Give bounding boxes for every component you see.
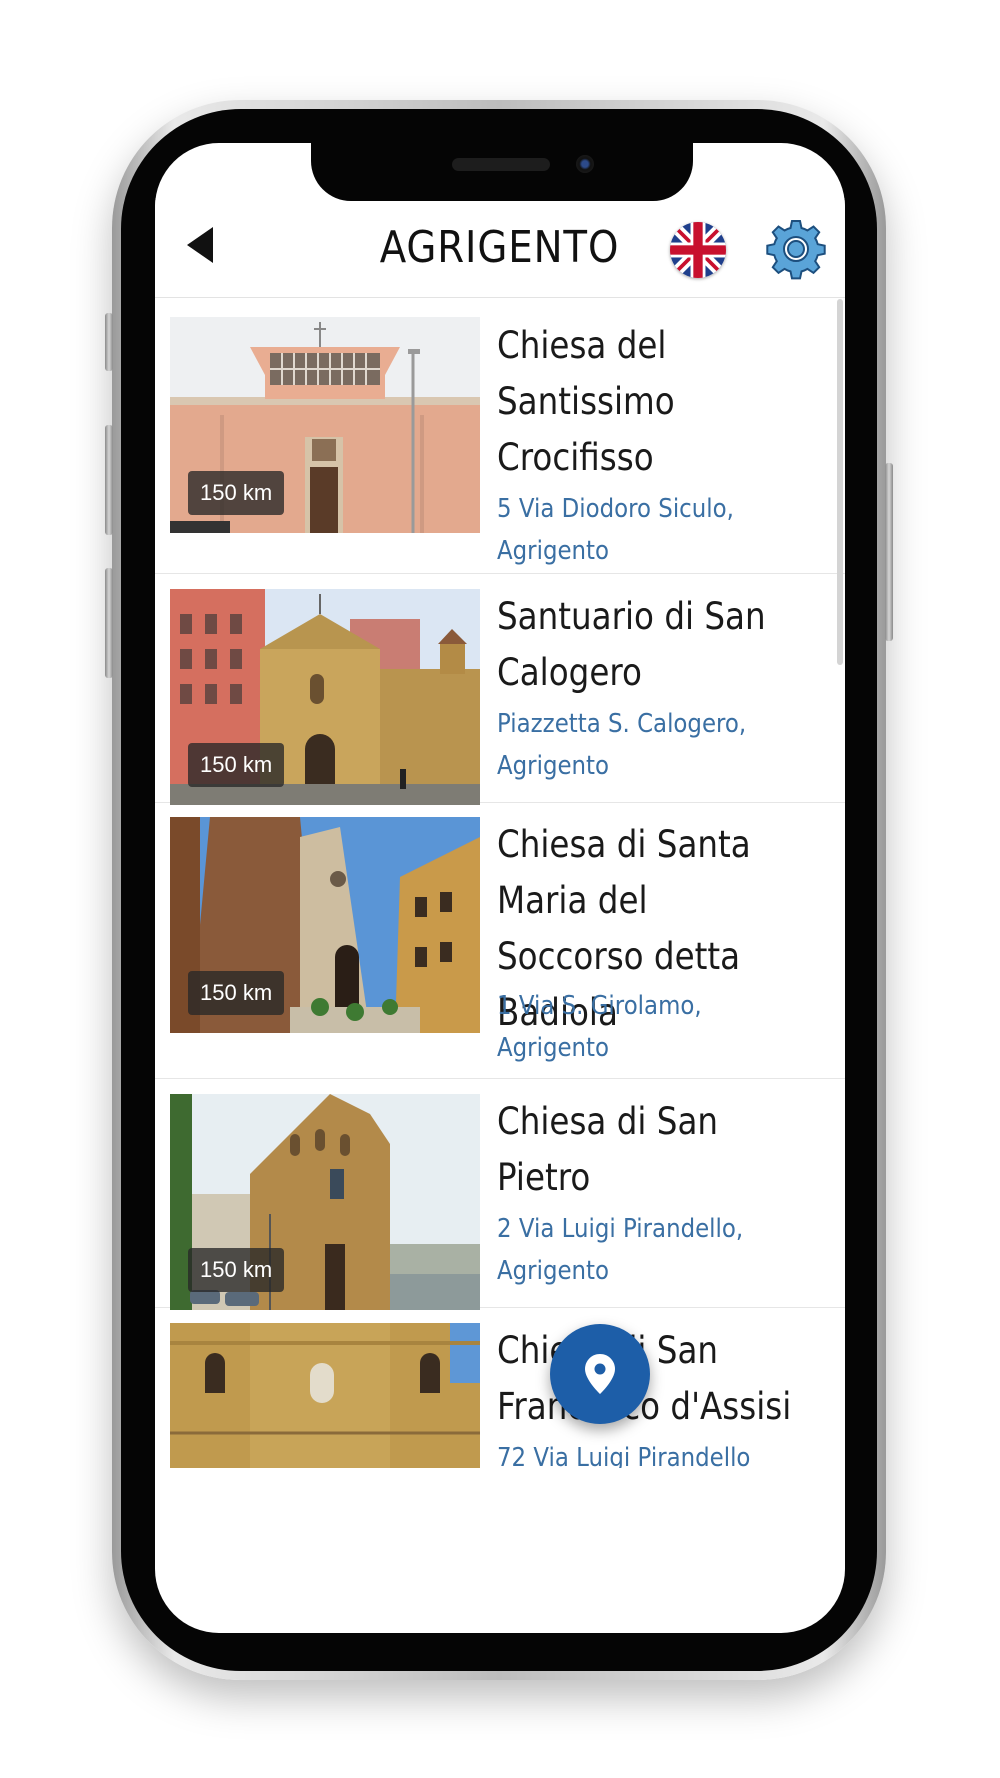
place-thumbnail: 150 km bbox=[170, 817, 480, 1033]
place-thumbnail: 150 km bbox=[170, 589, 480, 805]
app-header: AGRIGENTO bbox=[155, 198, 845, 298]
map-button[interactable] bbox=[550, 1324, 650, 1424]
distance-badge: 150 km bbox=[188, 971, 285, 1015]
phone-camera bbox=[576, 155, 594, 173]
list-item[interactable]: 150 km Chiesa di Santa Maria del Soccors… bbox=[155, 803, 845, 1079]
place-address[interactable]: Piazzetta S. Calogero, Agrigento bbox=[497, 703, 787, 787]
page-title: AGRIGENTO bbox=[379, 222, 620, 273]
uk-flag-icon bbox=[670, 222, 726, 278]
place-thumbnail: 150 km bbox=[170, 317, 480, 533]
app-screen: AGRIGENTO 150 km Chiesa del Santissimo C… bbox=[155, 143, 845, 1633]
back-arrow-icon bbox=[187, 227, 213, 263]
phone-volume-down bbox=[105, 568, 113, 678]
back-button[interactable] bbox=[180, 222, 220, 268]
church-photo bbox=[170, 1323, 480, 1468]
phone-silent-switch bbox=[105, 313, 113, 371]
place-address[interactable]: 5 Via Diodoro Siculo, Agrigento bbox=[497, 488, 787, 572]
distance-badge: 150 km bbox=[188, 743, 285, 787]
settings-button[interactable] bbox=[765, 218, 827, 280]
place-title: Chiesa del Santissimo Crocifisso bbox=[497, 324, 675, 479]
phone-notch bbox=[311, 143, 693, 201]
phone-speaker bbox=[452, 158, 550, 171]
list-item[interactable]: 150 km Chiesa di San Pietro 2 Via Luigi … bbox=[155, 1079, 845, 1310]
list-item[interactable]: 150 km Santuario di San Calogero Piazzet… bbox=[155, 574, 845, 805]
place-title: Chiesa di San Pietro bbox=[497, 1100, 719, 1199]
distance-badge: 150 km bbox=[188, 471, 285, 515]
list-item[interactable]: Chiesa di San Francesco d'Assisi 72 Via … bbox=[155, 1308, 845, 1468]
place-thumbnail bbox=[170, 1323, 480, 1468]
place-address[interactable]: 1 Via S. Girolamo, Agrigento bbox=[497, 985, 787, 1069]
map-pin-icon bbox=[585, 1354, 615, 1394]
place-address[interactable]: 2 Via Luigi Pirandello, Agrigento bbox=[497, 1208, 787, 1292]
phone-volume-up bbox=[105, 425, 113, 535]
place-thumbnail: 150 km bbox=[170, 1094, 480, 1310]
language-button[interactable] bbox=[670, 222, 726, 278]
gear-icon bbox=[766, 220, 826, 280]
list-item[interactable]: 150 km Chiesa del Santissimo Crocifisso … bbox=[155, 298, 845, 574]
places-list[interactable]: 150 km Chiesa del Santissimo Crocifisso … bbox=[155, 298, 845, 1468]
place-title: Santuario di San Calogero bbox=[497, 595, 766, 694]
place-address[interactable]: 72 Via Luigi Pirandello bbox=[497, 1437, 787, 1468]
phone-power-button bbox=[885, 463, 893, 641]
distance-badge: 150 km bbox=[188, 1248, 285, 1292]
scrollbar[interactable] bbox=[837, 299, 843, 665]
